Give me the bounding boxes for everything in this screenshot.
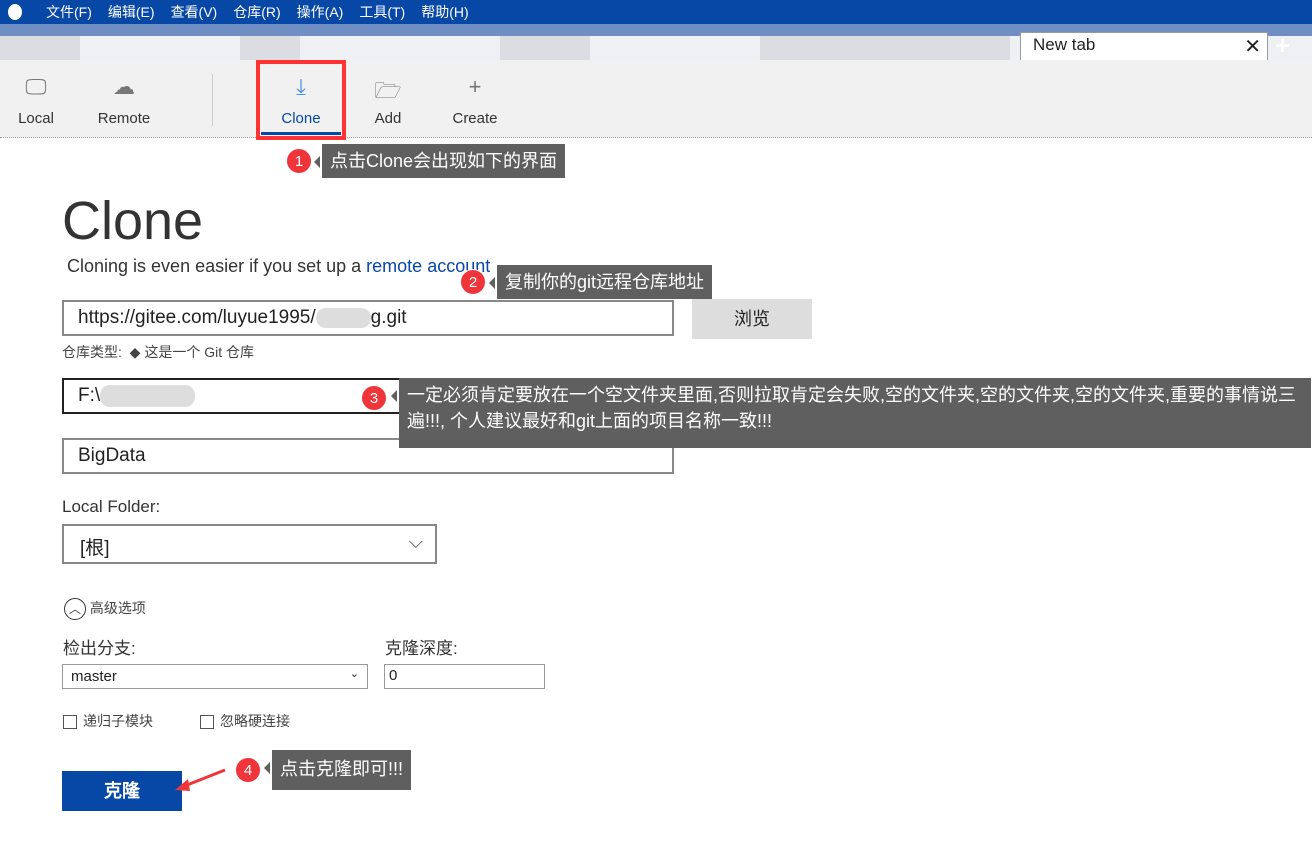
annotation-number: 1	[286, 148, 312, 174]
annotation-number: 2	[460, 269, 486, 295]
repo-type: 仓库类型: ◆ 这是一个 Git 仓库	[62, 344, 255, 360]
chevron-down-icon: ⌵	[408, 532, 423, 553]
annotation-tooltip: 点击克隆即可!!!	[263, 750, 412, 790]
sourcetree-logo	[0, 0, 30, 24]
branch-label: 检出分支:	[63, 639, 136, 658]
local-folder-label: Local Folder:	[62, 497, 161, 516]
chevron-up-icon: ︿	[64, 598, 86, 621]
add-tab-icon[interactable]: +	[1275, 30, 1290, 61]
plus-icon: +	[468, 74, 482, 99]
source-url-input[interactable]: https://gitee.com/luyue1995/g.git	[62, 300, 674, 336]
menu-edit[interactable]: 编辑(E)	[108, 2, 155, 22]
chevron-down-icon: ⌄	[349, 668, 359, 680]
blurred-tab[interactable]	[0, 36, 80, 60]
blurred-tab[interactable]	[760, 36, 1010, 60]
annotation-tooltip: 一定必须肯定要放在一个空文件夹里面,否则拉取肯定会失败,空的文件夹,空的文件夹,…	[391, 378, 1311, 448]
redacted-text	[315, 307, 371, 328]
menu-help[interactable]: 帮助(H)	[421, 2, 468, 22]
branch-select[interactable]: master ⌄	[62, 664, 368, 689]
add-button[interactable]: 🗁 Add	[362, 62, 414, 138]
menu-tools[interactable]: 工具(T)	[359, 2, 405, 22]
annotation-highlight-box	[256, 60, 346, 140]
toolbar: 🖵 Local ☁ Remote ⤓ Clone 🗁 Add + Create	[0, 62, 1312, 138]
page-title: Clone	[62, 191, 204, 251]
page-subtitle: Cloning is even easier if you set up a r…	[67, 256, 491, 276]
annotation-tooltip: 点击Clone会出现如下的界面	[313, 144, 566, 178]
blurred-tab[interactable]	[500, 36, 590, 60]
arrow-annotation	[175, 768, 226, 791]
depth-label: 克隆深度:	[385, 639, 458, 658]
tab-new-tab[interactable]: New tab ✕	[1020, 32, 1268, 60]
remote-button[interactable]: ☁ Remote	[92, 62, 156, 138]
menu-bar: 文件(F) 编辑(E) 查看(V) 仓库(R) 操作(A) 工具(T) 帮助(H…	[0, 0, 1312, 24]
local-folder-select[interactable]: [根] ⌵	[62, 524, 437, 564]
menu-repository[interactable]: 仓库(R)	[233, 2, 280, 22]
redacted-text	[100, 385, 196, 407]
checkbox[interactable]	[63, 715, 77, 730]
folder-open-icon: 🗁	[374, 78, 402, 103]
browse-button[interactable]: 浏览	[692, 299, 812, 339]
menu-view[interactable]: 查看(V)	[171, 2, 218, 22]
depth-input[interactable]: 0	[384, 664, 545, 689]
clone-submit-button[interactable]: 克隆	[62, 771, 182, 811]
divider	[212, 74, 213, 126]
annotation-number: 3	[361, 385, 387, 411]
annotation-tooltip: 复制你的git远程仓库地址	[488, 265, 713, 299]
menu-file[interactable]: 文件(F)	[46, 2, 92, 22]
ignore-hardlinks-checkbox[interactable]: 忽略硬连接	[200, 711, 290, 731]
recurse-submodules-checkbox[interactable]: 递归子模块	[63, 711, 153, 731]
cloud-icon: ☁	[113, 74, 135, 99]
checkbox[interactable]	[200, 715, 214, 730]
tab-label: New tab	[1033, 35, 1096, 54]
blurred-tab[interactable]	[240, 36, 300, 60]
local-button[interactable]: 🖵 Local	[8, 62, 64, 138]
close-icon[interactable]: ✕	[1244, 34, 1261, 59]
git-icon: ◆	[129, 344, 141, 360]
create-button[interactable]: + Create	[446, 62, 504, 138]
advanced-options-toggle[interactable]: ︿ 高级选项	[64, 598, 146, 621]
annotation-number: 4	[235, 757, 261, 783]
menu-actions[interactable]: 操作(A)	[297, 2, 344, 22]
monitor-icon: 🖵	[25, 74, 47, 99]
